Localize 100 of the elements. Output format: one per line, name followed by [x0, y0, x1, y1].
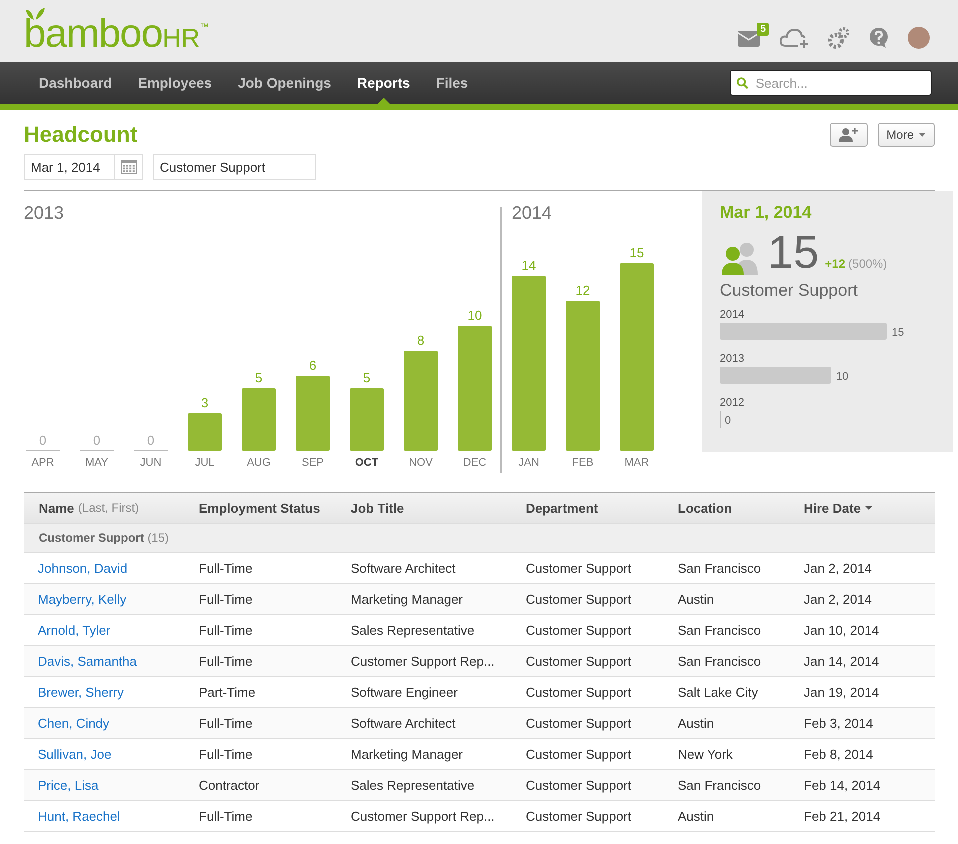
table-cell-text: Full-Time [199, 716, 254, 730]
table-cell-text: Software Architect [351, 716, 457, 730]
column-header[interactable]: Location [678, 500, 804, 516]
table-cell-text: Software Engineer [351, 684, 459, 700]
table-cell-text: Jan 2, 2014 [804, 592, 873, 606]
bar-value-label: 3 [201, 396, 209, 410]
table-cell-text: Jan 2, 2014 [804, 560, 873, 576]
table-cell-text: New York [678, 746, 734, 762]
month-label: OCT [355, 457, 379, 469]
table-cell-text: Part-Time [199, 684, 257, 700]
employee-name-link[interactable]: Mayberry, Kelly [24, 592, 127, 606]
chart-zero-line [80, 450, 114, 451]
bar-value-label: 0 [93, 433, 101, 448]
year-label: 2013 [720, 352, 744, 365]
bar-value-label: 8 [417, 333, 425, 348]
year-zero-line [720, 410, 721, 428]
employee-name-link[interactable]: Price, Lisa [24, 778, 99, 792]
cloud-upload-icon[interactable] [780, 28, 810, 48]
table-cell-text: Jan 10, 2014 [804, 622, 880, 638]
month-label: JUN [140, 457, 162, 469]
table-cell-text: Sales Representative [351, 778, 476, 792]
chart-bar [242, 388, 276, 451]
nav-tab[interactable]: Job Openings [225, 62, 344, 104]
year-label: 2013 [24, 203, 64, 223]
table-cell-text: Full-Time [199, 808, 254, 824]
nav-tab[interactable]: Files [423, 62, 482, 104]
month-label: JUL [195, 457, 215, 469]
employee-name-link[interactable]: Davis, Samantha [24, 654, 137, 668]
table-cell-text: Jan 19, 2014 [804, 684, 880, 700]
year-value: 10 [836, 370, 849, 383]
user-avatar[interactable] [908, 27, 930, 49]
add-person-icon [838, 128, 859, 142]
bar-value-label: 10 [468, 308, 482, 323]
employee-name-link[interactable]: Sullivan, Joe [24, 746, 112, 762]
table-cell-text: Marketing Manager [351, 746, 464, 762]
nav-tab[interactable]: Reports [344, 62, 424, 104]
settings-icon[interactable] [828, 27, 850, 49]
headcount-change: +12 [825, 256, 846, 271]
search-icon [737, 76, 749, 90]
bar-value-label: 5 [363, 370, 371, 386]
table-cell-text: Customer Support [526, 684, 632, 700]
column-header[interactable]: Hire Date [804, 500, 935, 516]
year-value: 15 [892, 326, 904, 339]
caret-icon [919, 133, 926, 137]
headcount-number: 15 [768, 231, 820, 275]
mail-icon[interactable] [738, 29, 762, 47]
table-cell-text: Customer Support [526, 654, 632, 668]
bar-value-label: 15 [630, 246, 644, 260]
chart-bar [350, 388, 384, 451]
table-cell-text: Austin [678, 808, 716, 824]
table-cell-text: Austin [678, 716, 716, 730]
year-value: 0 [725, 414, 732, 427]
notification-badge: 5 [757, 23, 769, 36]
month-label: JAN [518, 457, 540, 469]
table-cell-text: Customer Support [526, 622, 632, 638]
date-field[interactable]: Mar 1, 2014 [24, 154, 143, 180]
more-button[interactable]: More [878, 123, 935, 147]
column-header[interactable]: Name (Last, First) [24, 500, 199, 516]
table-cell-text: Full-Time [199, 746, 254, 762]
table-cell-text: Salt Lake City [678, 684, 760, 700]
page-title: Headcount [24, 122, 138, 148]
employee-name-link[interactable]: Johnson, David [24, 560, 128, 576]
column-header[interactable]: Job Title [351, 500, 526, 516]
table-cell-text: Feb 21, 2014 [804, 808, 882, 824]
employee-name-link[interactable]: Hunt, Raechel [24, 808, 120, 824]
bar-value-label: 14 [522, 258, 536, 273]
search-box[interactable]: Search... [730, 70, 932, 96]
table-cell-text: San Francisco [678, 622, 762, 638]
table-cell-text: Customer Support Rep... [351, 808, 496, 824]
table-cell-text: Full-Time [199, 560, 254, 576]
year-label: 2014 [720, 308, 744, 321]
bar-value-label: 0 [39, 433, 47, 448]
employee-name-link[interactable]: Arnold, Tyler [24, 622, 111, 638]
year-label: 2012 [720, 396, 744, 409]
month-label: NOV [409, 457, 433, 469]
table-cell-text: Austin [678, 592, 716, 606]
table-cell-text: Customer Support [526, 716, 632, 730]
table-cell-text: Customer Support Rep... [351, 654, 496, 668]
nav-tab[interactable]: Employees [125, 62, 226, 104]
table-cell-text: San Francisco [678, 778, 762, 792]
table-cell-text: Customer Support [526, 746, 632, 762]
month-label: DEC [463, 457, 487, 469]
year-label: 2014 [512, 203, 552, 223]
help-icon[interactable] [868, 27, 890, 49]
bar-value-label: 5 [255, 370, 263, 386]
table-cell-text: San Francisco [678, 654, 762, 668]
table-cell-text: Customer Support [526, 808, 632, 824]
employee-name-link[interactable]: Brewer, Sherry [24, 684, 124, 700]
table-cell-text: Feb 8, 2014 [804, 746, 874, 762]
month-label: APR [32, 457, 54, 469]
column-header[interactable]: Department [526, 500, 678, 516]
table-cell-text: Marketing Manager [351, 592, 464, 606]
change-percent: (500%) [848, 256, 888, 271]
month-label: FEB [572, 457, 594, 469]
month-label: AUG [247, 457, 271, 469]
column-header[interactable]: Employment Status [199, 500, 351, 516]
add-person-button[interactable] [830, 123, 868, 147]
employee-name-link[interactable]: Chen, Cindy [24, 716, 110, 730]
department-field[interactable]: Customer Support [153, 154, 316, 180]
nav-tab[interactable]: Dashboard [26, 62, 126, 104]
